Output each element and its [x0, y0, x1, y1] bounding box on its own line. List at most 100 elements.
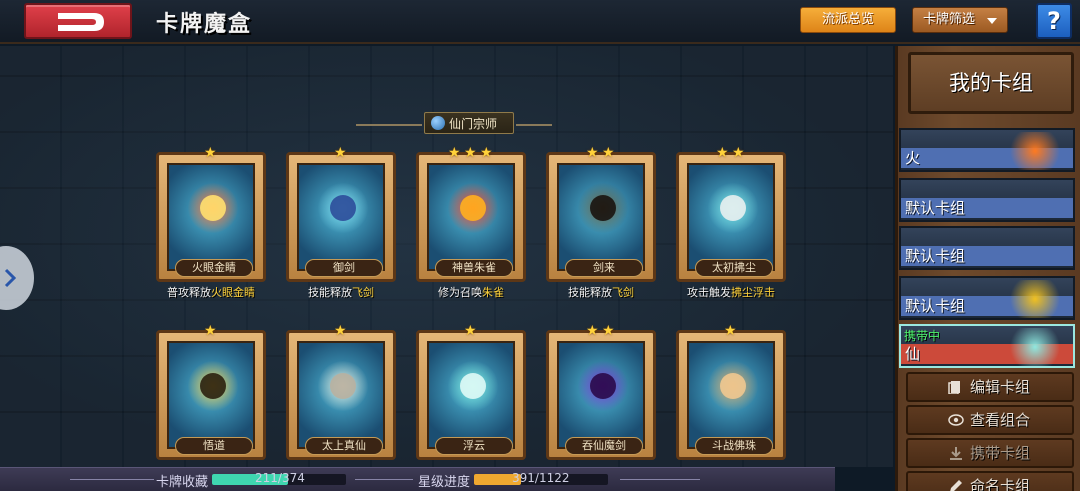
deck-slot[interactable]: 默认卡组 — [899, 226, 1075, 270]
help-button[interactable]: ? — [1036, 3, 1072, 39]
deck-emblem — [1005, 132, 1065, 170]
card-art-core — [200, 373, 226, 399]
card[interactable]: 悟道 ★ — [156, 323, 266, 484]
deck-action-label: 携带卡组 — [970, 444, 1031, 462]
card-stars: ★ ★ ★ — [442, 145, 502, 163]
banner-line-left — [356, 124, 422, 126]
card-stars: ★ ★ — [702, 145, 762, 163]
card-frame: 太上真仙 — [286, 330, 396, 460]
card[interactable]: 太初拂尘 ★ ★ 攻击触发拂尘浮击 — [676, 145, 786, 306]
deck-action-label: 编辑卡组 — [970, 378, 1031, 396]
banner-line-right — [516, 124, 552, 126]
card-frame: 斗战佛珠 — [676, 330, 786, 460]
card-effect-text: 技能释放 — [308, 286, 352, 299]
card-art-core — [200, 195, 226, 221]
card[interactable]: 神兽朱雀 ★ ★ ★ 修为召唤朱雀 — [416, 145, 526, 306]
card-name: 剑来 — [565, 259, 643, 277]
collection-label: 卡牌收藏 — [156, 475, 209, 490]
card-art-core — [460, 373, 486, 399]
star-icon: ★ — [448, 145, 461, 161]
school-emblem: 仙门宗师 — [424, 112, 514, 134]
star-icon: ★ — [464, 145, 477, 161]
star-progress-label: 星级进度 — [418, 475, 471, 490]
card-art-core — [590, 373, 616, 399]
deck-action-label: 查看组合 — [970, 411, 1031, 429]
deck-emblem — [1005, 280, 1065, 318]
my-decks-title: 我的卡组 — [908, 52, 1074, 114]
star-icon: ★ — [334, 145, 347, 161]
card-art — [687, 341, 775, 449]
card-effect: 技能释放飞剑 — [282, 284, 400, 302]
card[interactable]: 太上真仙 ★ — [286, 323, 396, 484]
card[interactable]: 御剑 ★ 技能释放飞剑 — [286, 145, 396, 306]
deck-action-button[interactable]: 命名卡组 — [906, 471, 1074, 491]
card-frame: 火眼金睛 — [156, 152, 266, 282]
top-bar: 卡牌魔盒 流派总览 卡牌筛选 ? — [0, 0, 1080, 44]
chevron-right-icon — [4, 268, 16, 288]
card-stars: ★ — [182, 323, 242, 341]
back-button[interactable] — [24, 3, 132, 39]
star-icon: ★ — [464, 323, 477, 339]
card-name: 悟道 — [175, 437, 253, 455]
deck-label: 默认卡组 — [905, 247, 966, 265]
expand-left-panel-button[interactable] — [0, 246, 34, 310]
star-icon: ★ — [204, 323, 217, 339]
card-effect: 攻击触发拂尘浮击 — [672, 284, 790, 302]
card-effect-text: 普攻释放 — [167, 286, 211, 299]
card-effect-highlight: 飞剑 — [352, 286, 374, 299]
card-art-core — [330, 373, 356, 399]
card-art-core — [720, 373, 746, 399]
school-label: 仙门宗师 — [449, 117, 498, 131]
card-effect: 修为召唤朱雀 — [412, 284, 530, 302]
card-name: 火眼金睛 — [175, 259, 253, 277]
card-frame: 神兽朱雀 — [416, 152, 526, 282]
card-stars: ★ — [442, 323, 502, 341]
deck-slot[interactable]: 默认卡组 — [899, 178, 1075, 222]
deck-action-button[interactable]: 查看组合 — [906, 405, 1074, 435]
star-icon: ★ — [480, 145, 493, 161]
download-icon — [950, 447, 962, 460]
card[interactable]: 浮云 ★ — [416, 323, 526, 484]
deck-action-button[interactable]: 编辑卡组 — [906, 372, 1074, 402]
chevron-down-icon — [987, 18, 997, 24]
progress-bar: 卡牌收藏 211/374 星级进度 391/1122 — [0, 467, 835, 491]
edit-icon — [948, 381, 960, 394]
deck-label: 默认卡组 — [905, 199, 966, 217]
card[interactable]: 吞仙魔剑 ★ ★ — [546, 323, 656, 484]
card-frame: 太初拂尘 — [676, 152, 786, 282]
card-art — [427, 163, 515, 271]
card-stars: ★ ★ — [572, 323, 632, 341]
card-art — [167, 163, 255, 271]
card-stars: ★ ★ — [572, 145, 632, 163]
card-effect-highlight: 朱雀 — [482, 286, 504, 299]
card-frame: 剑来 — [546, 152, 656, 282]
card-art-core — [720, 195, 746, 221]
card-art — [557, 163, 645, 271]
card-stars: ★ — [182, 145, 242, 163]
star-icon: ★ — [204, 145, 217, 161]
deck-slot[interactable]: 火 — [899, 128, 1075, 172]
globe-icon — [431, 116, 445, 130]
star-icon: ★ — [586, 323, 599, 339]
deck-slot[interactable]: 默认卡组 — [899, 276, 1075, 320]
card-frame: 浮云 — [416, 330, 526, 460]
deck-slot[interactable]: 携带中 仙 — [899, 324, 1075, 368]
card-filter-dropdown[interactable]: 卡牌筛选 — [912, 7, 1008, 33]
card-stars: ★ — [312, 323, 372, 341]
school-overview-button[interactable]: 流派总览 — [800, 7, 896, 33]
deck-label: 火 — [905, 149, 921, 167]
card-effect-text: 修为召唤 — [438, 286, 482, 299]
deck-action-label: 命名卡组 — [970, 477, 1031, 491]
card[interactable]: 剑来 ★ ★ 技能释放飞剑 — [546, 145, 656, 306]
deck-action-button[interactable]: 携带卡组 — [906, 438, 1074, 468]
school-banner: 仙门宗师 — [356, 112, 552, 134]
card-name: 浮云 — [435, 437, 513, 455]
card[interactable]: 火眼金睛 ★ 普攻释放火眼金睛 — [156, 145, 266, 306]
card-name: 御剑 — [305, 259, 383, 277]
card[interactable]: 斗战佛珠 ★ — [676, 323, 786, 484]
star-icon: ★ — [586, 145, 599, 161]
card-art — [297, 163, 385, 271]
star-icon: ★ — [716, 145, 729, 161]
star-icon: ★ — [732, 145, 745, 161]
collection-value: 211/374 — [255, 471, 305, 485]
